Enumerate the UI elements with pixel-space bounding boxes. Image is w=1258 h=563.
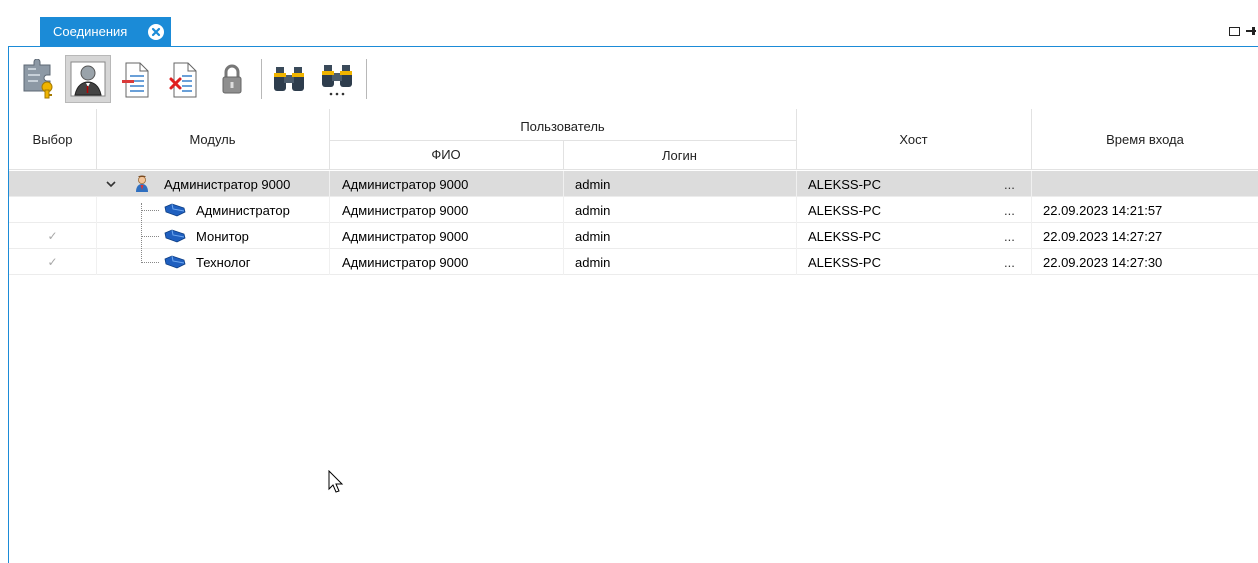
table-row[interactable]: ✓ Монитор Администратор 9000 admin ALEKS… [9,223,1258,249]
body-divider [796,171,797,275]
select-check[interactable]: ✓ [9,249,96,275]
module-name: Администратор [196,202,290,218]
chevron-down-icon[interactable] [106,171,116,197]
table-row[interactable]: Администратор Администратор 9000 admin A… [9,197,1258,223]
module-name: Технолог [196,254,251,270]
login-cell: admin [575,202,611,218]
login-cell: admin [575,176,611,192]
header-divider [796,109,797,170]
header-divider [563,140,564,170]
maximize-icon[interactable] [1229,26,1240,36]
select-check[interactable]: ✓ [9,223,96,249]
close-icon[interactable] [148,24,164,40]
lock-icon [222,64,242,94]
host-cell: ALEKSS-PC [808,228,881,244]
host-ellipsis-button[interactable]: ... [1004,223,1015,249]
document-remove-icon [122,62,149,98]
mouse-cursor-icon [328,469,344,497]
host-cell: ALEKSS-PC [808,254,881,270]
table-row[interactable]: ✓ Технолог Администратор 9000 admin ALEK… [9,249,1258,275]
column-group-user: Пользователь [520,118,605,134]
body-divider [563,171,564,275]
module-icon [163,197,187,223]
header-divider [96,109,97,170]
binoculars-next-icon [322,65,352,96]
connections-panel: Выбор Модуль Пользователь ФИО Логин Хост… [8,46,1258,563]
admin-user-icon [133,171,151,197]
module-icon [163,223,187,249]
header-group-divider [329,140,796,141]
document-remove-button[interactable] [113,55,159,103]
binoculars-icon [274,67,304,91]
module-icon [163,249,187,275]
host-ellipsis-button[interactable]: ... [1004,197,1015,223]
tree-connector [141,236,159,237]
user-icon [70,61,106,97]
tab-strip: Соединения [0,0,1258,47]
column-header-module[interactable]: Модуль [96,109,329,170]
document-delete-icon [169,62,197,98]
host-ellipsis-button[interactable]: ... [1004,171,1015,197]
toolbar [17,53,371,105]
select-check[interactable] [9,197,96,223]
table-row[interactable]: Администратор 9000 Администратор 9000 ad… [9,171,1258,197]
connections-grid: Выбор Модуль Пользователь ФИО Логин Хост… [9,109,1258,275]
tab-label: Соединения [53,24,128,39]
puzzle-key-button[interactable] [17,55,63,103]
find-next-button[interactable] [314,55,360,103]
column-header-login[interactable]: Логин [563,141,796,170]
column-header-fio[interactable]: ФИО [329,141,563,167]
body-divider [1031,171,1032,275]
fio-cell: Администратор 9000 [342,228,469,244]
document-delete-button[interactable] [161,55,207,103]
login-cell: admin [575,228,611,244]
column-header-select[interactable]: Выбор [9,109,96,170]
pin-icon[interactable] [1246,26,1256,36]
lock-button[interactable] [209,55,255,103]
login-cell: admin [575,254,611,270]
header-divider [1031,109,1032,170]
puzzle-key-icon [23,59,53,99]
body-divider [96,197,97,275]
find-button[interactable] [266,55,312,103]
login-time-cell: 22.09.2023 14:27:30 [1043,254,1163,270]
host-cell: ALEKSS-PC [808,176,881,192]
toolbar-separator [261,59,262,99]
toolbar-separator-end [366,59,367,99]
user-button[interactable] [65,55,111,103]
login-time-cell: 22.09.2023 14:21:57 [1043,202,1163,218]
tree-connector [141,262,159,263]
module-name: Монитор [196,228,249,244]
fio-cell: Администратор 9000 [342,254,469,270]
fio-cell: Администратор 9000 [342,176,469,192]
module-name: Администратор 9000 [164,176,291,192]
tree-connector [141,203,142,263]
tree-connector [141,210,159,211]
host-cell: ALEKSS-PC [808,202,881,218]
column-header-host[interactable]: Хост [796,109,1031,170]
fio-cell: Администратор 9000 [342,202,469,218]
tab-connections[interactable]: Соединения [40,17,171,46]
login-time-cell: 22.09.2023 14:27:27 [1043,228,1163,244]
column-header-login-time[interactable]: Время входа [1031,109,1258,170]
grid-header: Выбор Модуль Пользователь ФИО Логин Хост… [9,109,1258,170]
body-divider [329,171,330,275]
select-check[interactable] [9,171,96,197]
host-ellipsis-button[interactable]: ... [1004,249,1015,275]
